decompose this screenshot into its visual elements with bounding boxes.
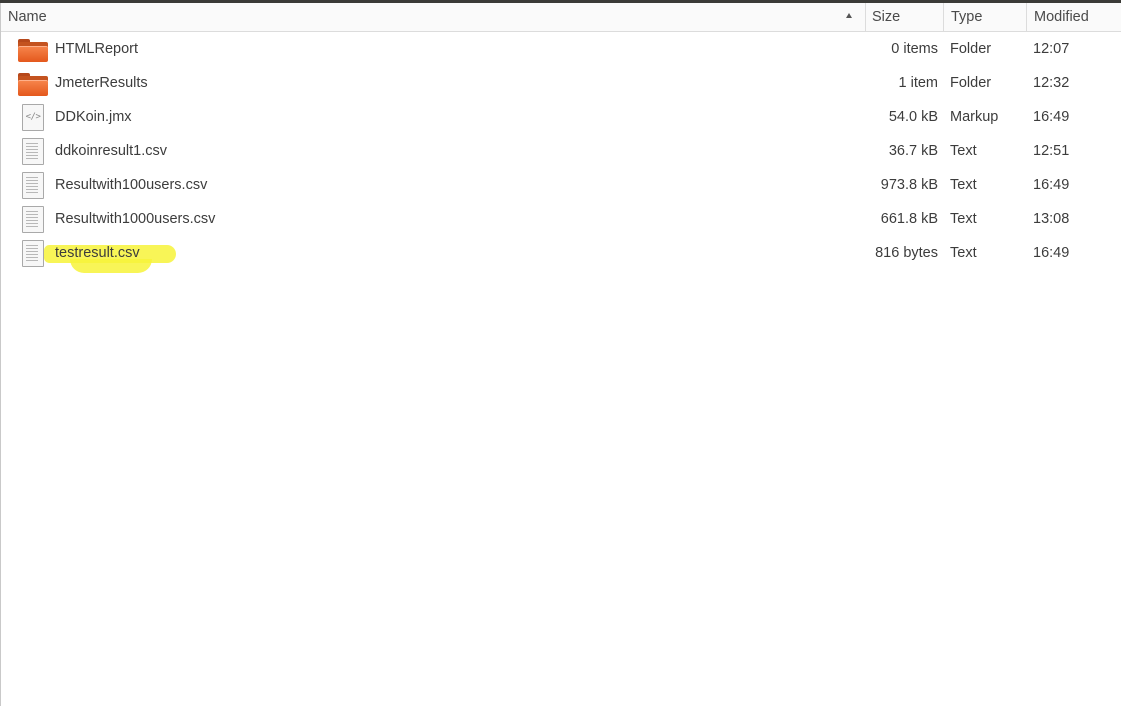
file-type: Text — [950, 211, 977, 227]
file-row-highlighted[interactable]: testresult.csv 816 bytes Text 16:49 — [1, 236, 1121, 270]
file-size: 661.8 kB — [880, 211, 938, 227]
file-modified: 12:51 — [1033, 143, 1070, 159]
file-modified: 12:07 — [1033, 41, 1070, 57]
column-header-bar: Name Size Type Modified — [1, 3, 1121, 32]
folder-icon — [17, 70, 49, 96]
file-name: Resultwith1000users.csv — [55, 211, 216, 227]
text-file-icon — [17, 240, 49, 267]
file-type: Markup — [950, 109, 999, 125]
file-size: 36.7 kB — [888, 143, 938, 159]
file-type: Text — [950, 245, 977, 261]
column-header-size[interactable]: Size — [865, 3, 943, 31]
text-file-icon — [17, 172, 49, 199]
file-modified: 12:32 — [1033, 75, 1070, 91]
column-header-modified[interactable]: Modified — [1026, 3, 1121, 31]
text-file-icon — [17, 206, 49, 233]
file-modified: 16:49 — [1033, 109, 1070, 125]
file-name: HTMLReport — [55, 41, 138, 57]
sort-ascending-icon[interactable] — [846, 13, 852, 18]
file-type: Text — [950, 143, 977, 159]
file-modified: 16:49 — [1033, 177, 1070, 193]
file-name: ddkoinresult1.csv — [55, 143, 168, 159]
file-modified: 16:49 — [1033, 245, 1070, 261]
file-size: 816 bytes — [875, 245, 938, 261]
file-modified: 13:08 — [1033, 211, 1070, 227]
text-file-icon — [17, 138, 49, 165]
file-type: Folder — [950, 41, 992, 57]
column-header-type[interactable]: Type — [943, 3, 1026, 31]
markup-file-icon: </> — [17, 104, 49, 131]
file-size: 54.0 kB — [888, 109, 938, 125]
file-row[interactable]: JmeterResults 1 item Folder 12:32 — [1, 66, 1121, 100]
file-size: 1 item — [898, 75, 939, 91]
file-name: Resultwith100users.csv — [55, 177, 208, 193]
file-size: 973.8 kB — [880, 177, 938, 193]
file-type: Text — [950, 177, 977, 193]
file-name: JmeterResults — [55, 75, 148, 91]
file-row[interactable]: HTMLReport 0 items Folder 12:07 — [1, 32, 1121, 66]
file-row[interactable]: Resultwith1000users.csv 661.8 kB Text 13… — [1, 202, 1121, 236]
file-row[interactable]: Resultwith100users.csv 973.8 kB Text 16:… — [1, 168, 1121, 202]
file-size: 0 items — [891, 41, 938, 57]
file-row[interactable]: ddkoinresult1.csv 36.7 kB Text 12:51 — [1, 134, 1121, 168]
folder-icon — [17, 36, 49, 62]
file-row[interactable]: </> DDKoin.jmx 54.0 kB Markup 16:49 — [1, 100, 1121, 134]
file-type: Folder — [950, 75, 992, 91]
column-header-name[interactable]: Name — [1, 3, 865, 31]
file-name: DDKoin.jmx — [55, 109, 132, 125]
file-name: testresult.csv — [55, 245, 140, 261]
